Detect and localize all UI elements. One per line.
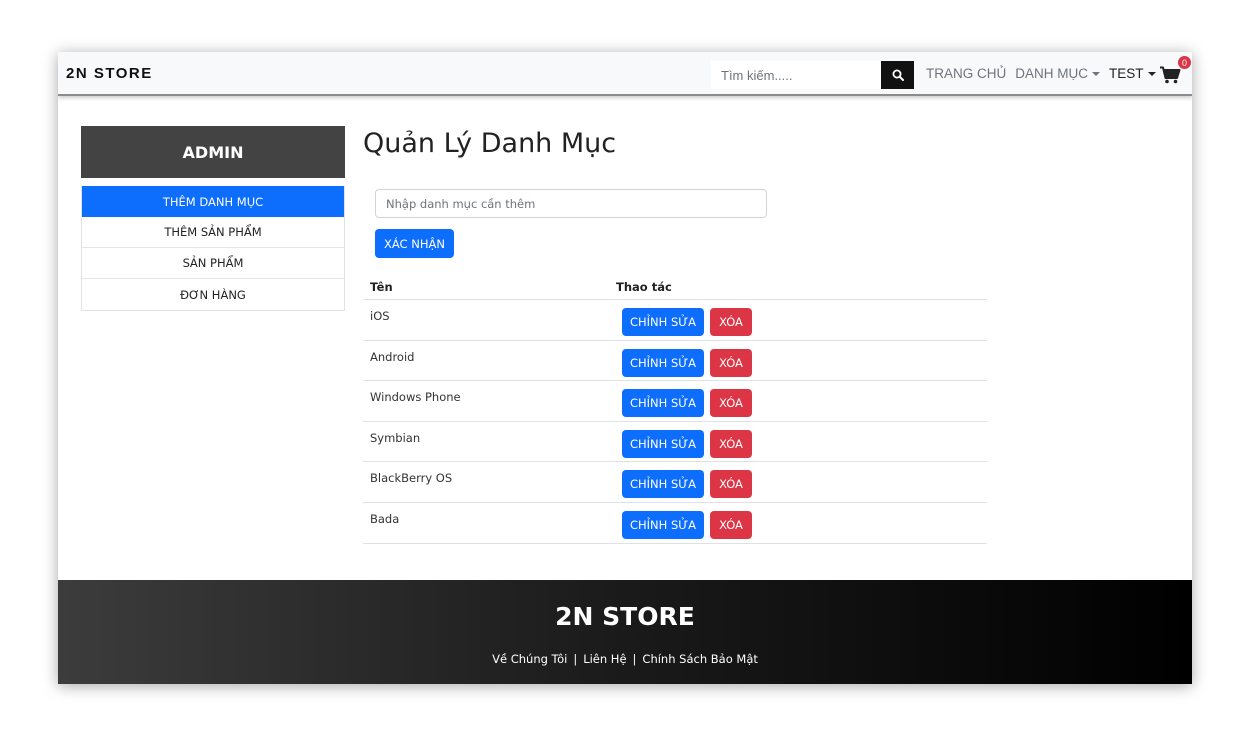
- category-table: Tên Thao tác iOS CHỈNH SỬA XÓA Android C…: [363, 274, 987, 544]
- category-name-input[interactable]: [375, 189, 767, 218]
- delete-button[interactable]: XÓA: [710, 389, 752, 418]
- table-row: Windows Phone CHỈNH SỬA XÓA: [363, 381, 987, 422]
- column-header-name: Tên: [370, 280, 393, 294]
- search-icon: [892, 69, 904, 81]
- category-name: Bada: [370, 511, 400, 526]
- delete-button[interactable]: XÓA: [710, 510, 752, 539]
- cart-button[interactable]: [1159, 66, 1181, 84]
- caret-down-icon: [1147, 71, 1156, 76]
- sidebar-item-add-category[interactable]: THÊM DANH MỤC: [82, 186, 344, 217]
- footer-link-about[interactable]: Về Chúng Tôi: [492, 652, 567, 666]
- delete-button[interactable]: XÓA: [710, 429, 752, 458]
- brand-logo[interactable]: 2N STORE: [66, 65, 153, 82]
- sidebar-item-products[interactable]: SẢN PHẨM: [82, 248, 344, 279]
- footer-link-contact[interactable]: Liên Hệ: [583, 652, 626, 666]
- sidebar-title: ADMIN: [81, 126, 345, 178]
- edit-button[interactable]: CHỈNH SỬA: [622, 510, 704, 539]
- caret-down-icon: [1092, 71, 1100, 76]
- edit-button[interactable]: CHỈNH SỬA: [622, 308, 704, 336]
- nav-link-categories-label: DANH MỤC: [1015, 66, 1088, 81]
- table-row: BlackBerry OS CHỈNH SỬA XÓA: [363, 462, 987, 503]
- search-input[interactable]: [711, 61, 881, 89]
- sidebar-item-orders[interactable]: ĐƠN HÀNG: [82, 279, 344, 310]
- cart-count-badge: 0: [1178, 56, 1191, 69]
- sidebar-item-add-product[interactable]: THÊM SẢN PHẨM: [82, 217, 344, 248]
- table-row: Android CHỈNH SỬA XÓA: [363, 341, 987, 382]
- category-name: Android: [370, 349, 415, 364]
- edit-button[interactable]: CHỈNH SỬA: [622, 429, 704, 458]
- footer-link-privacy[interactable]: Chính Sách Bảo Mật: [642, 652, 757, 666]
- category-name: BlackBerry OS: [370, 471, 453, 486]
- footer: 2N STORE Về Chúng Tôi | Liên Hệ | Chính …: [58, 580, 1192, 684]
- delete-button[interactable]: XÓA: [710, 308, 752, 336]
- table-row: Symbian CHỈNH SỬA XÓA: [363, 422, 987, 463]
- nav-link-user[interactable]: TEST: [1109, 66, 1156, 81]
- nav-link-home[interactable]: TRANG CHỦ: [926, 66, 1006, 81]
- delete-button[interactable]: XÓA: [710, 470, 752, 499]
- footer-separator: |: [632, 652, 637, 666]
- footer-brand: 2N STORE: [555, 602, 695, 631]
- footer-separator: |: [573, 652, 578, 666]
- edit-button[interactable]: CHỈNH SỬA: [622, 389, 704, 418]
- page-title: Quản Lý Danh Mục: [363, 128, 617, 159]
- navbar: 2N STORE TRANG CHỦ DANH MỤC TEST 0: [58, 52, 1192, 96]
- column-header-actions: Thao tác: [616, 280, 672, 294]
- category-name: Windows Phone: [370, 390, 461, 405]
- table-row: Bada CHỈNH SỬA XÓA: [363, 503, 987, 544]
- edit-button[interactable]: CHỈNH SỬA: [622, 348, 704, 377]
- nav-links: TRANG CHỦ DANH MỤC TEST: [926, 66, 1156, 81]
- browser-window: 2N STORE TRANG CHỦ DANH MỤC TEST 0 ADMIN…: [58, 52, 1192, 684]
- sidebar-menu: THÊM DANH MỤC THÊM SẢN PHẨM SẢN PHẨM ĐƠN…: [81, 186, 345, 311]
- delete-button[interactable]: XÓA: [710, 348, 752, 377]
- category-name: Symbian: [370, 430, 421, 445]
- search-button[interactable]: [881, 61, 914, 89]
- table-header: Tên Thao tác: [363, 274, 987, 300]
- nav-link-categories[interactable]: DANH MỤC: [1015, 66, 1100, 81]
- table-row: iOS CHỈNH SỬA XÓA: [363, 300, 987, 341]
- footer-links: Về Chúng Tôi | Liên Hệ | Chính Sách Bảo …: [58, 652, 1192, 666]
- confirm-button[interactable]: XÁC NHẬN: [375, 229, 454, 258]
- cart-icon: [1160, 66, 1181, 84]
- edit-button[interactable]: CHỈNH SỬA: [622, 470, 704, 499]
- nav-link-user-label: TEST: [1109, 66, 1144, 81]
- category-name: iOS: [370, 309, 390, 323]
